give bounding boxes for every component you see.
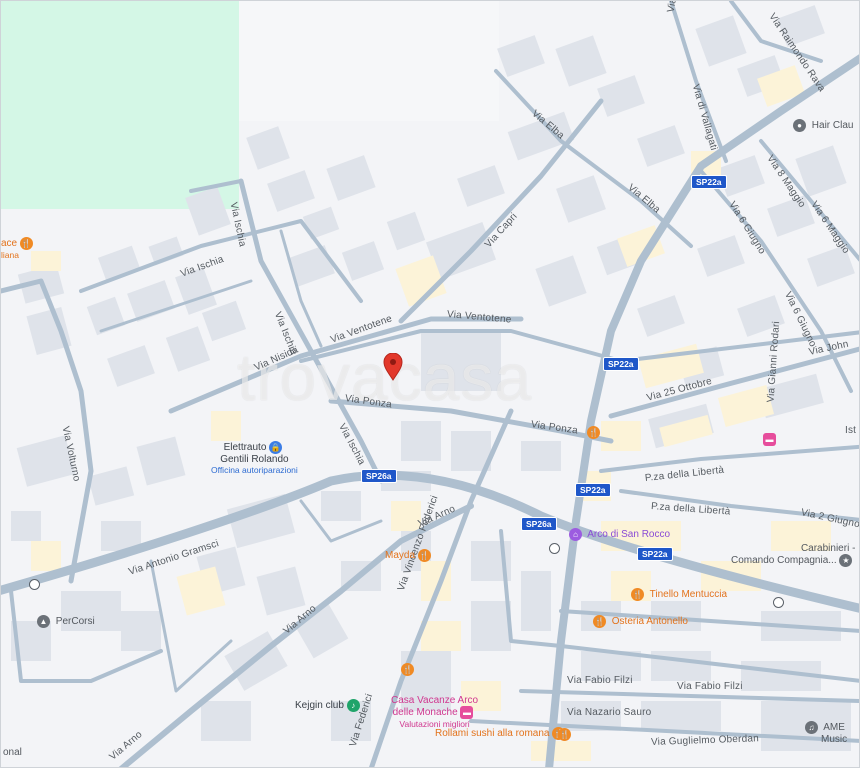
hotel-icon: ▬: [460, 706, 474, 719]
restaurant-icon: 🍴: [593, 615, 606, 628]
lock-icon: 🔒: [269, 441, 283, 454]
road-shield-sp22a: SP22a: [637, 547, 673, 561]
place-icon: ●: [793, 119, 806, 132]
poi-osteria-antonello[interactable]: 🍴 Osteria Antonello: [593, 615, 688, 628]
road-shield-sp26a: SP26a: [521, 517, 557, 531]
poi-name: Arco di San Rocco: [587, 529, 671, 541]
poi-name-2: Comando Compagnia...: [731, 555, 837, 567]
poi-name: Kejgin club: [295, 700, 344, 712]
poi-arco-di-san-rocco[interactable]: ⌂ Arco di San Rocco: [569, 528, 670, 541]
poi-name: AME: [823, 722, 845, 734]
poi-name: Hair Clau: [811, 120, 854, 132]
road-shield-sp26a: SP26a: [361, 469, 397, 483]
poi-name: Tinello Mentuccia: [649, 589, 728, 601]
poi-name: Osteria Antonello: [611, 616, 688, 628]
road-shield-sp22a: SP22a: [603, 357, 639, 371]
bus-stop-icon[interactable]: [773, 597, 784, 608]
restaurant-icon: 🍴: [558, 728, 571, 741]
school-icon: ▲: [37, 615, 50, 628]
poi-tinello-mentuccia[interactable]: 🍴 Tinello Mentuccia: [631, 588, 727, 601]
poi-marker-restaurant[interactable]: 🍴: [587, 426, 603, 439]
street-label-via-fabio-filzi: Via Fabio Filzi: [677, 681, 743, 692]
location-pin-icon[interactable]: [383, 353, 403, 381]
road-shield-sp22a: SP22a: [575, 483, 611, 497]
street-label-via-fabio-filzi: Via Fabio Filzi: [567, 675, 633, 686]
poi-name: Carabinieri -: [800, 543, 856, 554]
poi-subtitle: Officina autoriparazioni: [211, 465, 298, 475]
poi-name: Mayda: [385, 550, 416, 562]
poi-name: Casa Vacanze Arco: [391, 695, 479, 706]
poi-elettrauto[interactable]: Elettrauto 🔒 Gentili Rolando Officina au…: [211, 441, 298, 475]
poi-name: Rollami sushi alla romana: [435, 728, 550, 740]
club-icon: ♪: [346, 699, 360, 712]
street-label-ist: Ist: [845, 425, 857, 436]
poi-casa-vacanze[interactable]: Casa Vacanze Arco delle Monache ▬ Valuta…: [391, 695, 478, 729]
hotel-icon: ▬: [763, 433, 776, 446]
poi-hair[interactable]: ● Hair Clau: [793, 119, 853, 132]
poi-kejgin-club[interactable]: Kejgin club ♪: [295, 699, 363, 712]
map-view[interactable]: trovacasa Via Ischia Via Ischia Via Isch…: [0, 0, 860, 768]
poi-name: PerCorsi: [55, 616, 95, 628]
poi-carabinieri[interactable]: Carabinieri - Comando Compagnia... ★: [731, 543, 855, 567]
poi-rollami-sushi[interactable]: Rollami sushi alla romana 🍴: [435, 727, 568, 740]
restaurant-icon: 🍴: [417, 549, 431, 562]
bus-stop-icon[interactable]: [29, 579, 40, 590]
restaurant-icon: 🍴: [401, 663, 414, 676]
poi-marker-restaurant[interactable]: 🍴: [401, 663, 417, 676]
poi-onal[interactable]: onal: [3, 747, 22, 758]
poi-marker-restaurant[interactable]: 🍴: [558, 728, 574, 741]
bus-stop-icon[interactable]: [549, 543, 560, 554]
poi-name: ace: [1, 238, 18, 250]
poi-name-2: delle Monache: [392, 707, 458, 719]
poi-ame-music[interactable]: ♫ AME Music: [805, 721, 847, 745]
poi-name: Elettrauto: [223, 442, 267, 454]
police-icon: ★: [839, 554, 853, 567]
poi-name-2: Gentili Rolando: [220, 454, 289, 465]
poi-ace[interactable]: ace 🍴 liana: [1, 237, 36, 260]
road-shield-sp22a: SP22a: [691, 175, 727, 189]
music-icon: ♫: [805, 721, 818, 734]
poi-marker-hotel[interactable]: ▬: [763, 433, 779, 446]
park-area: [1, 1, 239, 209]
restaurant-icon: 🍴: [631, 588, 644, 601]
poi-subtitle: liana: [1, 250, 19, 260]
poi-name-2: Music: [821, 734, 848, 745]
poi-mayda[interactable]: Mayda 🍴: [385, 549, 434, 562]
restaurant-icon: 🍴: [587, 426, 600, 439]
poi-name: onal: [3, 747, 22, 758]
restaurant-icon: 🍴: [19, 237, 33, 250]
street-label-via-nazario-sauro: Via Nazario Sauro: [567, 707, 652, 718]
poi-percorsi[interactable]: ▲ PerCorsi: [37, 615, 95, 628]
open-area: [239, 1, 499, 121]
monument-icon: ⌂: [569, 528, 582, 541]
